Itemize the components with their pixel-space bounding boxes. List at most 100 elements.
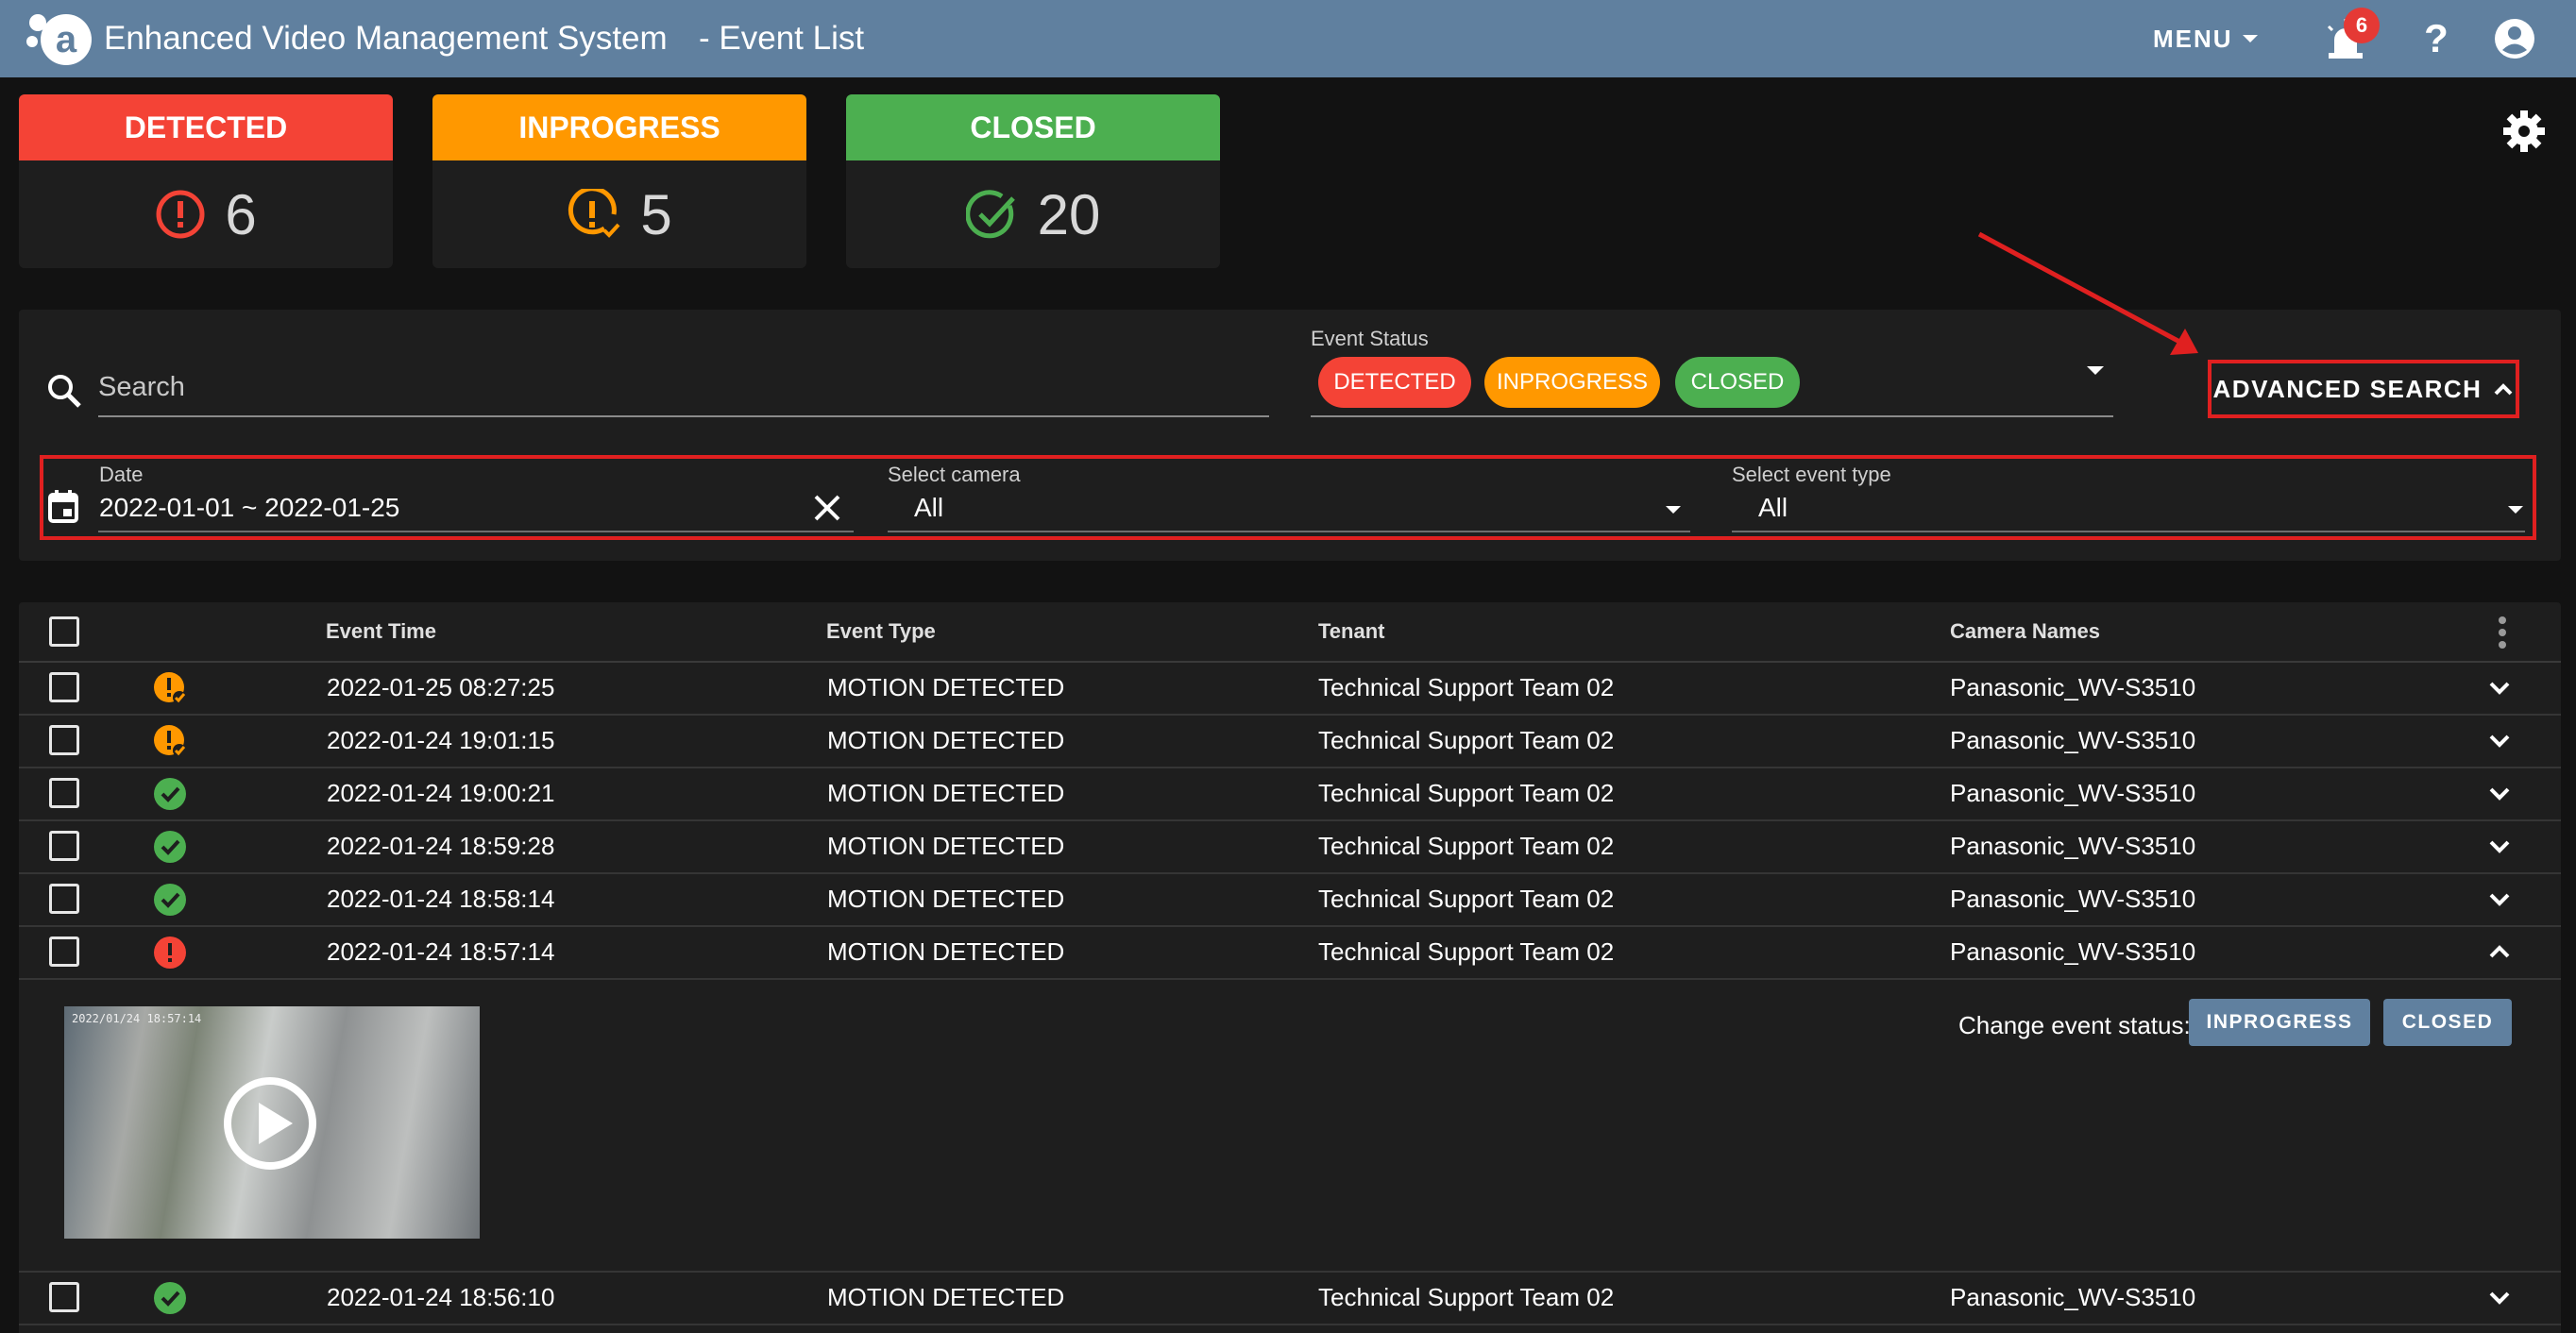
column-tenant[interactable]: Tenant — [1318, 602, 1384, 661]
chevron-down-icon[interactable] — [2487, 887, 2512, 910]
table-row[interactable]: 2022-01-24 18:58:14 MOTION DETECTED Techni… — [19, 872, 2561, 927]
check-circle-icon — [154, 884, 186, 916]
alert-progress-icon — [568, 189, 620, 238]
chevron-up-icon[interactable] — [2487, 940, 2512, 963]
gear-icon[interactable] — [2502, 110, 2546, 153]
cell-event-time: 2022-01-25 08:27:25 — [327, 673, 555, 701]
camera-underline — [888, 531, 1690, 532]
check-circle-icon — [154, 1282, 186, 1314]
clear-date-icon[interactable] — [812, 493, 842, 523]
cell-tenant: Technical Support Team 02 — [1318, 673, 1615, 701]
closed-card-label: CLOSED — [846, 94, 1220, 160]
check-circle-icon — [965, 190, 1015, 239]
row-checkbox[interactable] — [49, 936, 79, 967]
event-video-thumbnail[interactable]: 2022/01/24 18:57:14 — [64, 1006, 480, 1239]
row-checkbox[interactable] — [49, 884, 79, 914]
chevron-down-icon[interactable] — [2487, 676, 2512, 699]
cell-event-type: MOTION DETECTED — [827, 1283, 1065, 1311]
cell-event-type: MOTION DETECTED — [827, 726, 1065, 754]
cell-event-type: MOTION DETECTED — [827, 885, 1065, 913]
cell-tenant: Technical Support Team 02 — [1318, 1283, 1615, 1311]
app-title: Enhanced Video Management System — [104, 20, 668, 57]
column-event-type[interactable]: Event Type — [826, 602, 936, 661]
set-closed-button[interactable]: CLOSED — [2383, 999, 2512, 1046]
chip-detected[interactable]: DETECTED — [1318, 357, 1471, 408]
chip-inprogress[interactable]: INPROGRESS — [1484, 357, 1660, 408]
set-inprogress-button[interactable]: INPROGRESS — [2189, 999, 2370, 1046]
row-checkbox[interactable] — [49, 725, 79, 755]
camera-select[interactable]: All — [914, 493, 943, 523]
cell-tenant: Technical Support Team 02 — [1318, 937, 1615, 966]
menu-label: MENU — [2153, 25, 2233, 53]
search-icon — [48, 375, 81, 408]
help-icon[interactable]: ? — [2417, 13, 2455, 64]
table-row[interactable]: 2022-01-24 18:56:10 MOTION DETECTED Techni… — [19, 1271, 2561, 1325]
alert-circle-icon — [154, 936, 186, 969]
calendar-icon[interactable] — [47, 489, 79, 525]
column-camera-names[interactable]: Camera Names — [1950, 602, 2100, 661]
camera-caret-icon[interactable] — [1662, 500, 1685, 519]
row-checkbox[interactable] — [49, 831, 79, 861]
select-all-checkbox[interactable] — [49, 616, 79, 647]
table-row[interactable]: 2022-01-24 19:01:15 MOTION DETECTED Techni… — [19, 714, 2561, 768]
chevron-up-icon — [2495, 383, 2513, 396]
cell-camera-name: Panasonic_WV-S3510 — [1950, 937, 2196, 966]
search-input[interactable] — [98, 359, 1269, 417]
alert-progress-icon — [154, 672, 186, 704]
cell-event-time: 2022-01-24 19:01:15 — [327, 726, 555, 754]
table-row[interactable]: 2022-01-24 19:00:21 MOTION DETECTED Techni… — [19, 767, 2561, 821]
closed-card[interactable]: CLOSED 20 — [846, 94, 1220, 268]
cell-camera-name: Panasonic_WV-S3510 — [1950, 726, 2196, 754]
cell-event-type: MOTION DETECTED — [827, 832, 1065, 860]
chevron-down-icon[interactable] — [2487, 782, 2512, 804]
cell-tenant: Technical Support Team 02 — [1318, 726, 1615, 754]
cell-event-type: MOTION DETECTED — [827, 779, 1065, 807]
cell-tenant: Technical Support Team 02 — [1318, 885, 1615, 913]
more-vert-icon[interactable] — [2497, 616, 2508, 650]
row-checkbox[interactable] — [49, 672, 79, 702]
cell-event-type: MOTION DETECTED — [827, 937, 1065, 966]
logo-letter: a — [56, 19, 77, 60]
advanced-search-panel — [40, 455, 2536, 540]
row-checkbox[interactable] — [49, 1282, 79, 1312]
menu-button[interactable]: MENU — [2153, 17, 2260, 60]
top-app-bar: a Enhanced Video Management System - Eve… — [0, 0, 2576, 77]
table-row[interactable]: 2022-01-25 08:27:25 MOTION DETECTED Techni… — [19, 661, 2561, 716]
chevron-down-icon[interactable] — [2487, 835, 2512, 857]
row-checkbox[interactable] — [49, 778, 79, 808]
cell-event-time: 2022-01-24 19:00:21 — [327, 779, 555, 807]
event-type-underline — [1732, 531, 2525, 532]
play-icon[interactable] — [223, 1076, 317, 1171]
cell-event-time: 2022-01-24 18:59:28 — [327, 832, 555, 860]
app-logo-icon[interactable]: a — [25, 8, 93, 68]
detected-card[interactable]: DETECTED 6 — [19, 94, 393, 268]
cell-camera-name: Panasonic_WV-S3510 — [1950, 779, 2196, 807]
cell-tenant: Technical Support Team 02 — [1318, 779, 1615, 807]
chip-closed[interactable]: CLOSED — [1675, 357, 1800, 408]
inprogress-card[interactable]: INPROGRESS 5 — [432, 94, 806, 268]
table-row[interactable]: 2022-01-24 18:57:14 MOTION DETECTED Techni… — [19, 925, 2561, 980]
event-type-select[interactable]: All — [1758, 493, 1788, 523]
detected-card-label: DETECTED — [19, 94, 393, 160]
cell-event-time: 2022-01-24 18:58:14 — [327, 885, 555, 913]
account-icon[interactable] — [2493, 17, 2536, 60]
event-status-label: Event Status — [1311, 327, 1429, 350]
advanced-search-label: ADVANCED SEARCH — [2212, 374, 2483, 403]
alert-progress-icon — [154, 725, 186, 757]
column-event-time[interactable]: Event Time — [326, 602, 436, 661]
event-detail-panel: 2022/01/24 18:57:14 Change event status:… — [19, 978, 2561, 1273]
cell-camera-name: Panasonic_WV-S3510 — [1950, 673, 2196, 701]
menu-caret-icon — [2242, 35, 2258, 42]
chevron-down-icon[interactable] — [2487, 1286, 2512, 1308]
cell-event-type: MOTION DETECTED — [827, 673, 1065, 701]
cell-camera-name: Panasonic_WV-S3510 — [1950, 1283, 2196, 1311]
table-row[interactable]: 2022-01-24 18:59:28 MOTION DETECTED Techni… — [19, 819, 2561, 874]
advanced-search-button[interactable]: ADVANCED SEARCH — [2208, 360, 2519, 418]
chevron-down-icon[interactable] — [2487, 729, 2512, 751]
cell-event-time: 2022-01-24 18:56:10 — [327, 1283, 555, 1311]
check-circle-icon — [154, 778, 186, 810]
date-range-input[interactable]: 2022-01-01 ~ 2022-01-25 — [99, 493, 399, 523]
closed-count: 20 — [1037, 182, 1101, 246]
alert-circle-icon — [156, 190, 205, 239]
event-type-caret-icon[interactable] — [2504, 500, 2527, 519]
